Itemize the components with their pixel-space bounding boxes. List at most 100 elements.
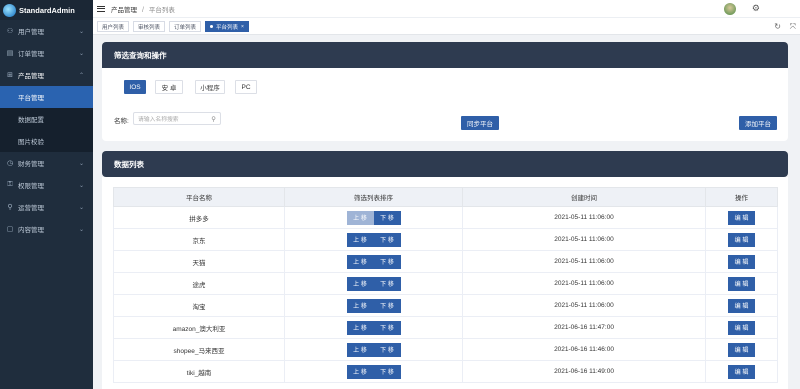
breadcrumb-separator: / — [141, 6, 144, 14]
close-icon[interactable]: × — [241, 24, 244, 30]
platform-name-cell: 京东 — [113, 228, 285, 251]
grid-icon: ⊞ — [7, 72, 13, 79]
table-row: 途虎上 移下 移 2021-05-11 11:06:00 编 辑 — [113, 272, 778, 295]
tab-review-list[interactable]: 审核列表 — [133, 21, 166, 32]
created-time-cell: 2021-05-11 11:06:00 — [462, 250, 706, 273]
move-down-button[interactable]: 下 移 — [373, 298, 401, 313]
table-row: 京东上 移下 移 2021-05-11 11:06:00 编 辑 — [113, 228, 778, 251]
toggle-miniprogram[interactable]: 小程序 — [195, 80, 225, 94]
actions-cell: 编 辑 — [705, 206, 778, 229]
actions-cell: 编 辑 — [705, 294, 778, 317]
move-down-button[interactable]: 下 移 — [373, 254, 401, 269]
gear-icon[interactable]: ⚙ — [752, 3, 760, 14]
list-panel-title: 数据列表 — [102, 151, 788, 177]
hamburger-menu-icon[interactable] — [97, 5, 105, 13]
edit-button[interactable]: 编 辑 — [728, 342, 755, 357]
fullscreen-icon[interactable]: ⤧ — [790, 22, 796, 32]
sidebar-item-operation[interactable]: ⚲ 运营管理 ⌄ — [0, 196, 93, 218]
move-down-button[interactable]: 下 移 — [373, 320, 401, 335]
breadcrumb-parent[interactable]: 产品管理 — [111, 7, 137, 14]
move-up-button[interactable]: 上 移 — [346, 232, 374, 247]
sidebar-subitem-data-config[interactable]: 数据配置 — [0, 108, 93, 130]
sidebar-item-label: 权限管理 — [18, 183, 44, 190]
sidebar-subitem-platform[interactable]: 平台管理 — [0, 86, 93, 108]
move-up-button[interactable]: 上 移 — [346, 342, 374, 357]
col-platform-name: 平台名称 — [113, 187, 285, 207]
logo-icon — [3, 3, 16, 17]
edit-button[interactable]: 编 辑 — [728, 254, 755, 269]
sidebar-item-order[interactable]: ▤ 订单管理 ⌄ — [0, 42, 93, 64]
sort-cell: 上 移下 移 — [284, 338, 463, 361]
move-up-button[interactable]: 上 移 — [346, 210, 374, 225]
chevron-down-icon: ⌄ — [78, 50, 84, 57]
table-row: tiki_越南上 移下 移 2021-06-16 11:49:00 编 辑 — [113, 360, 778, 383]
toggle-ios[interactable]: IOS — [124, 80, 146, 94]
move-up-button[interactable]: 上 移 — [346, 320, 374, 335]
operation-icon: ⚲ — [7, 204, 13, 211]
search-input[interactable]: 请输入名称搜索 ⚲ — [133, 112, 221, 125]
tab-label: 用户列表 — [102, 24, 125, 31]
platform-name-cell: 途虎 — [113, 272, 285, 295]
sidebar-item-content[interactable]: ▢ 内容管理 ⌄ — [0, 218, 93, 240]
refresh-icon[interactable]: ↻ — [774, 22, 781, 31]
active-dot-icon — [210, 25, 213, 28]
edit-button[interactable]: 编 辑 — [728, 210, 755, 225]
move-down-button[interactable]: 下 移 — [373, 232, 401, 247]
name-label: 名称: — [114, 118, 129, 125]
add-platform-button[interactable]: 添加平台 — [739, 116, 777, 130]
created-time-cell: 2021-05-11 11:06:00 — [462, 228, 706, 251]
move-down-button[interactable]: 下 移 — [373, 364, 401, 379]
col-sort: 筛选列表排序 — [284, 187, 463, 207]
table-header-row: 平台名称 筛选列表排序 创建时间 操作 — [113, 187, 778, 207]
sort-cell: 上 移下 移 — [284, 228, 463, 251]
breadcrumb: 产品管理 / 平台列表 — [111, 4, 175, 14]
sidebar-subitem-image-check[interactable]: 图片校验 — [0, 130, 93, 152]
table-row: 天猫上 移下 移 2021-05-11 11:06:00 编 辑 — [113, 250, 778, 273]
search-placeholder: 请输入名称搜索 — [138, 117, 179, 123]
move-down-button[interactable]: 下 移 — [373, 210, 401, 225]
edit-button[interactable]: 编 辑 — [728, 232, 755, 247]
tab-order-list[interactable]: 订单列表 — [169, 21, 202, 32]
col-created-time: 创建时间 — [462, 187, 706, 207]
edit-button[interactable]: 编 辑 — [728, 298, 755, 313]
actions-cell: 编 辑 — [705, 360, 778, 383]
avatar[interactable] — [724, 3, 736, 15]
sidebar-item-finance[interactable]: ◷ 财务管理 ⌄ — [0, 152, 93, 174]
sync-platform-button[interactable]: 同步平台 — [461, 116, 499, 130]
user-icon: ⚇ — [6, 28, 14, 35]
platform-table: 平台名称 筛选列表排序 创建时间 操作 拼多多上 移下 移 2021-05-11 … — [113, 187, 778, 383]
tab-label: 审核列表 — [138, 24, 161, 31]
move-down-button[interactable]: 下 移 — [373, 342, 401, 357]
chevron-down-icon: ⌄ — [78, 160, 84, 167]
chevron-down-icon: ⌄ — [78, 182, 84, 189]
toggle-pc[interactable]: PC — [235, 80, 257, 94]
top-header: 产品管理 / 平台列表 ⚙ — [93, 0, 800, 18]
move-up-button[interactable]: 上 移 — [346, 276, 374, 291]
move-up-button[interactable]: 上 移 — [346, 364, 374, 379]
edit-button[interactable]: 编 辑 — [728, 320, 755, 335]
sidebar-item-permission[interactable]: ⚿ 权限管理 ⌄ — [0, 174, 93, 196]
tab-label: 订单列表 — [174, 24, 197, 31]
sort-cell: 上 移下 移 — [284, 272, 463, 295]
breadcrumb-current: 平台列表 — [148, 6, 175, 14]
actions-cell: 编 辑 — [705, 338, 778, 361]
move-up-button[interactable]: 上 移 — [346, 298, 374, 313]
lock-icon: ⚿ — [7, 181, 13, 188]
move-up-button[interactable]: 上 移 — [346, 254, 374, 269]
platform-name-cell: 拼多多 — [113, 206, 285, 229]
sidebar-item-product[interactable]: ⊞ 产品管理 ⌃ — [0, 64, 93, 86]
sidebar-item-user[interactable]: ⚇ 用户管理 ⌄ — [0, 20, 93, 42]
move-down-button[interactable]: 下 移 — [373, 276, 401, 291]
col-actions: 操作 — [705, 187, 778, 207]
tab-label: 平台列表 — [216, 24, 239, 31]
tab-user-list[interactable]: 用户列表 — [97, 21, 130, 32]
sidebar-item-label: 运营管理 — [18, 205, 44, 212]
tab-platform-list[interactable]: 平台列表 × — [205, 21, 249, 32]
edit-button[interactable]: 编 辑 — [728, 364, 755, 379]
actions-cell: 编 辑 — [705, 250, 778, 273]
filter-panel: 筛选查询和操作 IOS 安 卓 小程序 PC 名称: 请输入名称搜索 ⚲ 同步平… — [102, 42, 788, 141]
edit-button[interactable]: 编 辑 — [728, 276, 755, 291]
sort-cell: 上 移下 移 — [284, 206, 463, 229]
created-time-cell: 2021-05-11 11:06:00 — [462, 206, 706, 229]
toggle-android[interactable]: 安 卓 — [155, 80, 183, 94]
